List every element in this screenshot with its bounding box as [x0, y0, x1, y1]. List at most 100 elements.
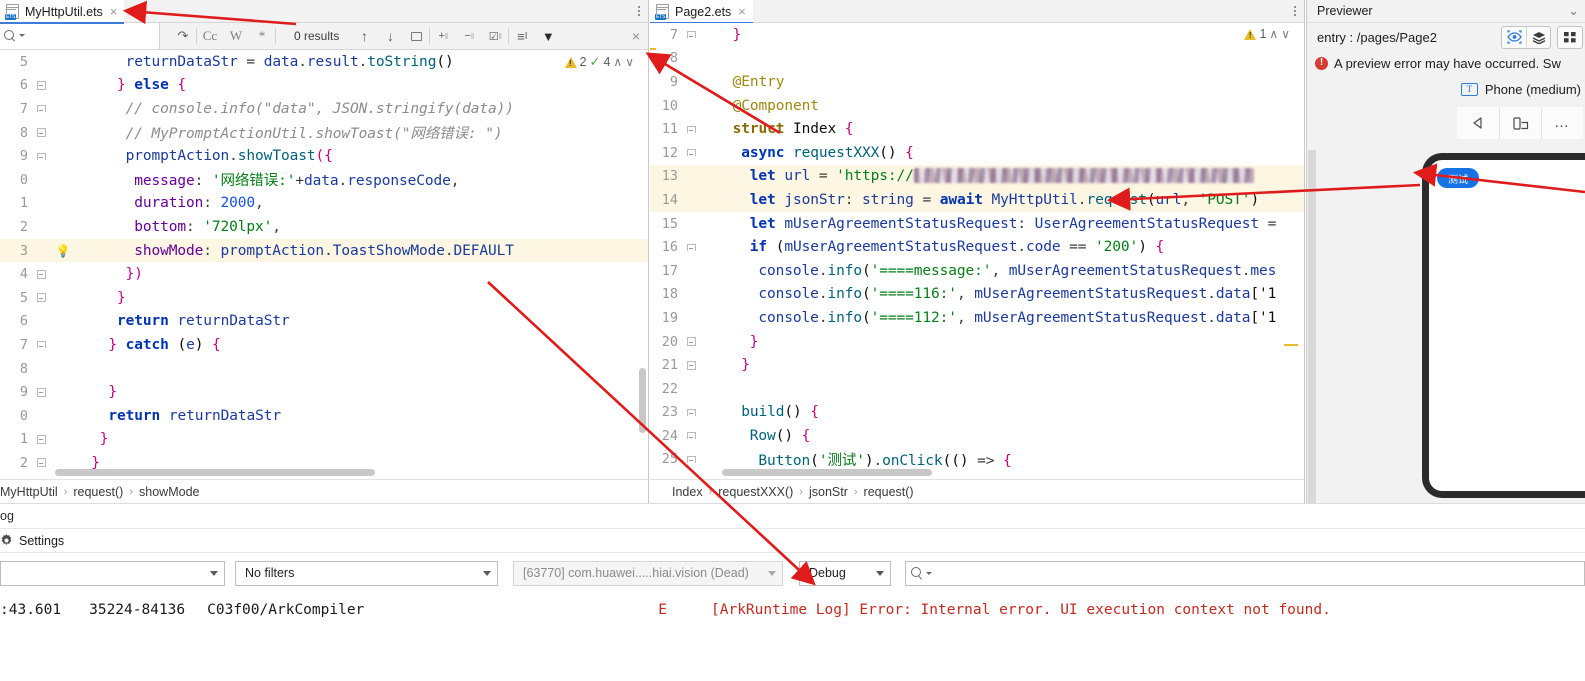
fold-gutter[interactable]: [30, 458, 52, 468]
code-line[interactable]: 9}: [0, 380, 648, 404]
code-line[interactable]: 6 return returnDataStr: [0, 310, 648, 334]
fold-toggle-icon[interactable]: [36, 152, 46, 160]
fold-toggle-icon[interactable]: [686, 360, 696, 370]
rotate-device-icon[interactable]: [1499, 107, 1541, 139]
fold-toggle-icon[interactable]: [36, 434, 46, 444]
code-editor-left[interactable]: 2 ✓ 4 ∧ ∨ 5returnDataStr = data.result.t…: [0, 50, 648, 478]
horizontal-scrollbar-right[interactable]: [722, 469, 932, 476]
fold-gutter[interactable]: [30, 269, 52, 279]
fold-gutter[interactable]: [30, 293, 52, 303]
whole-words-icon[interactable]: W: [223, 23, 249, 50]
editor-options-kebab-icon[interactable]: [630, 6, 648, 16]
code-line[interactable]: 4}): [0, 262, 648, 286]
preview-test-button[interactable]: 测试: [1437, 168, 1479, 188]
intention-bulb-icon[interactable]: 💡: [52, 244, 74, 258]
select-occurrences-icon[interactable]: [403, 23, 429, 50]
code-line[interactable]: 0 return returnDataStr: [0, 404, 648, 428]
fold-gutter[interactable]: [30, 128, 52, 138]
breadcrumb-item[interactable]: requestXXX(): [718, 485, 793, 499]
code-line[interactable]: 16 if (mUserAgreementStatusRequest.code =…: [650, 235, 1304, 259]
fold-gutter[interactable]: [680, 31, 702, 39]
code-line[interactable]: 11 struct Index {: [650, 117, 1304, 141]
back-icon[interactable]: [1457, 107, 1499, 139]
code-line[interactable]: 5 returnDataStr = data.result.toString(): [0, 50, 648, 74]
find-prev-icon[interactable]: ↑: [351, 23, 377, 50]
code-line[interactable]: 12 async requestXXX() {: [650, 141, 1304, 165]
fold-gutter[interactable]: [680, 337, 702, 347]
log-level-combo[interactable]: Debug: [799, 560, 891, 586]
inspector-eye-icon[interactable]: [1502, 27, 1526, 48]
close-icon[interactable]: ×: [110, 5, 118, 18]
fold-toggle-icon[interactable]: [686, 243, 696, 251]
grid-icon[interactable]: [1558, 27, 1582, 48]
search-scope-icon[interactable]: ≡ I: [509, 23, 535, 50]
fold-gutter[interactable]: [30, 434, 52, 444]
breadcrumb-item[interactable]: showMode: [139, 485, 199, 499]
fold-gutter[interactable]: [680, 408, 702, 416]
breadcrumb-item[interactable]: MyHttpUtil: [0, 485, 58, 499]
filters-combo[interactable]: No filters: [235, 560, 498, 586]
fold-gutter[interactable]: [30, 341, 52, 349]
fold-toggle-icon[interactable]: [686, 408, 696, 416]
code-line[interactable]: 2 bottom: '720lpx',: [0, 215, 648, 239]
device-preview[interactable]: 测试: [1422, 153, 1585, 498]
regex-newline-icon[interactable]: ↷: [170, 23, 196, 50]
gear-icon[interactable]: [0, 534, 13, 547]
regex-icon[interactable]: *: [249, 23, 275, 50]
code-line[interactable]: 20}: [650, 330, 1304, 354]
code-line[interactable]: 1 duration: 2000,: [0, 192, 648, 216]
code-line[interactable]: 7 // console.info("data", JSON.stringify(…: [0, 97, 648, 121]
code-line[interactable]: 10 @Component: [650, 94, 1304, 118]
code-line[interactable]: 18 console.info('====116:', mUserAgreemen…: [650, 283, 1304, 307]
fold-toggle-icon[interactable]: [686, 125, 696, 133]
more-icon[interactable]: …: [1541, 107, 1583, 139]
fold-gutter[interactable]: [680, 360, 702, 370]
code-line[interactable]: 1}: [0, 428, 648, 452]
fold-gutter[interactable]: [680, 432, 702, 440]
close-icon[interactable]: ×: [738, 5, 746, 18]
filter-icon[interactable]: ▼: [535, 23, 561, 50]
fold-gutter[interactable]: [30, 105, 52, 113]
code-line[interactable]: 3 💡 showMode: promptAction.ToastShowMode.D…: [0, 238, 648, 263]
vertical-scrollbar-left[interactable]: [639, 368, 646, 433]
fold-toggle-icon[interactable]: [36, 269, 46, 279]
fold-toggle-icon[interactable]: [686, 432, 696, 440]
fold-gutter[interactable]: [680, 125, 702, 133]
tab-page2[interactable]: ETS Page2.ets ×: [650, 0, 753, 24]
fold-toggle-icon[interactable]: [36, 105, 46, 113]
code-line[interactable]: 25 Button('测试').onClick(() => {: [650, 448, 1304, 472]
device-combo[interactable]: [0, 560, 225, 586]
previewer-scrollbar[interactable]: [1308, 150, 1316, 503]
collapse-previewer-icon[interactable]: ⌄: [1568, 3, 1579, 19]
find-next-icon[interactable]: ↓: [377, 23, 403, 50]
log-entry-row[interactable]: :43.601 35224-84136 C03f00/ArkCompiler E…: [0, 593, 1585, 627]
log-tab-label[interactable]: og: [0, 509, 14, 523]
code-line[interactable]: 24 Row() {: [650, 424, 1304, 448]
code-line[interactable]: 7}: [650, 23, 1304, 47]
code-line[interactable]: 6} else {: [0, 74, 648, 98]
breadcrumb-item[interactable]: request(): [864, 485, 914, 499]
select-all-lines-icon[interactable]: ☑ ‖: [482, 23, 508, 50]
code-line[interactable]: 14 let jsonStr: string = await MyHttpUtil…: [650, 188, 1304, 212]
fold-toggle-icon[interactable]: [36, 128, 46, 138]
fold-toggle-icon[interactable]: [36, 80, 46, 90]
editor-options-kebab-icon[interactable]: [1286, 6, 1304, 16]
code-line[interactable]: 9 promptAction.showToast({: [0, 144, 648, 168]
code-line[interactable]: 21}: [650, 353, 1304, 377]
fold-gutter[interactable]: [30, 387, 52, 397]
breadcrumb-item[interactable]: jsonStr: [809, 485, 848, 499]
code-line[interactable]: 8: [0, 357, 648, 381]
caret-down-icon[interactable]: [19, 34, 25, 37]
caret-down-icon[interactable]: [926, 571, 932, 575]
code-line[interactable]: 9 @Entry: [650, 70, 1304, 94]
fold-gutter[interactable]: [680, 243, 702, 251]
fold-gutter[interactable]: [30, 80, 52, 90]
code-line[interactable]: 13 let url = 'https://: [650, 164, 1304, 189]
code-line[interactable]: 0 message: '网络错误:'+data.responseCode,: [0, 168, 648, 192]
code-line[interactable]: 19 console.info('====112:', mUserAgreemen…: [650, 306, 1304, 330]
fold-toggle-icon[interactable]: [36, 293, 46, 303]
close-find-icon[interactable]: ×: [632, 28, 640, 44]
match-case-icon[interactable]: Cc: [197, 23, 223, 50]
code-line[interactable]: 8 // MyPromptActionUtil.showToast("网络错误: …: [0, 121, 648, 145]
tab-myhttputil[interactable]: ETS MyHttpUtil.ets ×: [0, 0, 125, 24]
